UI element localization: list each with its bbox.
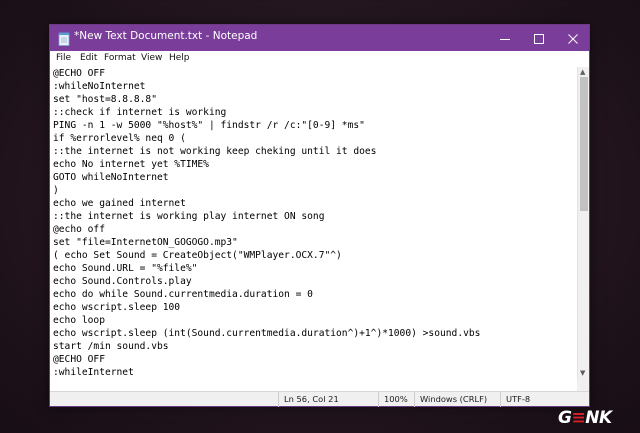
vertical-scrollbar[interactable]: ▲ ▼	[577, 67, 589, 379]
text-editor[interactable]: @ECHO OFF :whileNoInternet set "host=8.8…	[50, 67, 577, 391]
menu-help[interactable]: Help	[169, 53, 190, 63]
editor-line: GOTO whileNoInternet	[53, 172, 169, 183]
scroll-down-arrow-icon[interactable]: ▼	[580, 369, 585, 377]
status-line-ending: Windows (CRLF)	[414, 392, 487, 407]
close-button[interactable]	[556, 25, 590, 51]
notepad-icon	[58, 31, 70, 46]
close-icon	[568, 29, 578, 48]
editor-line: ::the internet is working play internet …	[53, 211, 325, 222]
watermark-brand: G≡NK	[558, 408, 612, 428]
menu-edit[interactable]: Edit	[80, 53, 97, 63]
menu-bar: File Edit Format View Help	[50, 51, 589, 67]
minimize-icon	[500, 29, 510, 48]
status-encoding: UTF-8	[500, 392, 589, 407]
editor-line: @echo off	[53, 224, 105, 235]
editor-line: echo wscript.sleep (int(Sound.currentmed…	[53, 328, 481, 339]
editor-line: @ECHO OFF	[53, 354, 105, 365]
editor-line: :whileNoInternet	[53, 81, 146, 92]
editor-line: echo we gained internet	[53, 198, 186, 209]
editor-line: echo do while Sound.currentmedia.duratio…	[53, 289, 313, 300]
editor-line: PING -n 1 -w 5000 "%host%" | findstr /r …	[53, 120, 365, 131]
editor-line: :whileInternet	[53, 367, 134, 378]
editor-line: echo wscript.sleep 100	[53, 302, 181, 313]
editor-line: @ECHO OFF	[53, 68, 105, 79]
scrollbar-corner	[577, 379, 589, 391]
genk-watermark-logo: G≡NK	[558, 408, 612, 428]
editor-line: ::check if internet is working	[53, 107, 227, 118]
editor-line: set "host=8.8.8.8"	[53, 94, 157, 105]
editor-line: echo Sound.Controls.play	[53, 276, 192, 287]
editor-line: echo loop	[53, 315, 105, 326]
status-position: Ln 56, Col 21	[278, 392, 339, 407]
menu-file[interactable]: File	[56, 53, 71, 63]
maximize-button[interactable]	[522, 25, 556, 51]
status-bar: Ln 56, Col 21 100% Windows (CRLF) UTF-8	[50, 391, 589, 407]
editor-line: start /min sound.vbs	[53, 341, 169, 352]
menu-view[interactable]: View	[141, 53, 162, 63]
scroll-thumb[interactable]	[580, 77, 588, 211]
editor-line: set "file=InternetON_GOGOGO.mp3"	[53, 237, 238, 248]
editor-line: echo Sound.URL = "%file%"	[53, 263, 198, 274]
window-title: *New Text Document.txt - Notepad	[74, 30, 258, 42]
editor-line: if %errorlevel% neq 0 (	[53, 133, 186, 144]
status-zoom: 100%	[378, 392, 408, 407]
scroll-up-arrow-icon[interactable]: ▲	[580, 68, 585, 76]
editor-line: echo No internet yet %TIME%	[53, 159, 209, 170]
editor-line: ( echo Set Sound = CreateObject("WMPlaye…	[53, 250, 342, 261]
menu-format[interactable]: Format	[104, 53, 136, 63]
editor-line: ::the internet is not working keep cheki…	[53, 146, 377, 157]
minimize-button[interactable]	[488, 25, 522, 51]
maximize-icon	[534, 29, 544, 48]
editor-line: )	[53, 185, 59, 196]
notepad-window: *New Text Document.txt - Notepad File Ed…	[49, 24, 590, 407]
title-bar[interactable]: *New Text Document.txt - Notepad	[50, 25, 589, 51]
